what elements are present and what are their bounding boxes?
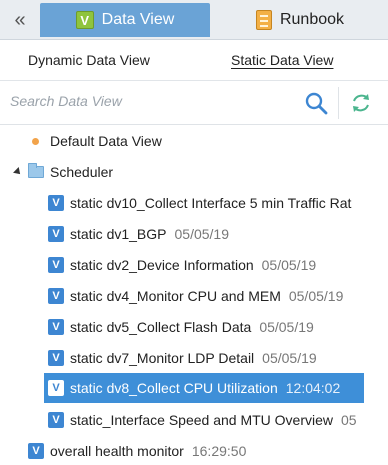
tree-item-label: static dv2_Device Information — [70, 257, 254, 273]
tree-item-label: static dv1_BGP — [70, 226, 167, 242]
subtab-bar: Dynamic Data View Static Data View — [0, 41, 388, 81]
search-input[interactable] — [10, 93, 290, 109]
tree-item-label: static dv4_Monitor CPU and MEM — [70, 288, 281, 304]
subtab-static-data-view[interactable]: Static Data View — [231, 52, 333, 68]
tree-item-selected[interactable]: V static dv8_Collect CPU Utilization 12:… — [44, 373, 364, 403]
data-view-icon: V — [48, 226, 64, 242]
tree-item-overall-health-monitor[interactable]: V overall health monitor 16:29:50 — [0, 436, 388, 465]
tree-item-time: 16:29:50 — [191, 443, 247, 459]
data-view-icon: V — [48, 288, 64, 304]
default-dot-icon — [32, 137, 39, 145]
tree-item[interactable]: V static dv2_Device Information 05/05/19 — [0, 250, 388, 280]
tree-item-label: static dv8_Collect CPU Utilization — [70, 380, 278, 396]
tree-item[interactable]: V static dv5_Collect Flash Data 05/05/19 — [0, 312, 388, 342]
tree-item[interactable]: V static dv1_BGP 05/05/19 — [0, 219, 388, 249]
tree-folder-label: Scheduler — [50, 164, 114, 180]
tree-item[interactable]: V static_Interface Speed and MTU Overvie… — [0, 405, 388, 435]
tree-item-time: 05 — [341, 412, 357, 428]
top-tab-bar: « V Data View Runbook — [0, 0, 388, 40]
tree-item-label: overall health monitor — [50, 443, 184, 459]
tab-runbook[interactable]: Runbook — [212, 3, 388, 37]
search-icon[interactable] — [303, 90, 329, 116]
data-view-icon: V — [48, 350, 64, 366]
tree-folder-scheduler[interactable]: Scheduler — [0, 157, 388, 187]
tree-item-label: static dv7_Monitor LDP Detail — [70, 350, 255, 366]
data-view-icon: V — [28, 443, 44, 459]
tree-item-time: 12:04:02 — [285, 380, 341, 396]
tree-item-label: Default Data View — [50, 133, 162, 149]
tree-item-time: 05/05/19 — [288, 288, 344, 304]
data-view-icon: V — [48, 319, 64, 335]
tree-item-time: 05/05/19 — [174, 226, 230, 242]
search-bar — [0, 81, 388, 125]
tree-item-label: static dv10_Collect Interface 5 min Traf… — [70, 195, 352, 211]
tree-item[interactable]: V static dv4_Monitor CPU and MEM 05/05/1… — [0, 281, 388, 311]
data-view-tree: Default Data View Scheduler V static dv1… — [0, 126, 388, 465]
tree-item-label: static_Interface Speed and MTU Overview — [70, 412, 334, 428]
tab-runbook-label: Runbook — [279, 11, 345, 28]
tree-item-default-data-view[interactable]: Default Data View — [0, 126, 388, 156]
data-view-icon: V — [48, 257, 64, 273]
tab-data-view[interactable]: V Data View — [40, 3, 210, 37]
data-view-logo-icon: V — [75, 11, 94, 29]
search-divider — [338, 87, 339, 119]
subtab-dynamic-data-view[interactable]: Dynamic Data View — [28, 52, 150, 68]
expand-caret-icon[interactable] — [13, 167, 23, 177]
refresh-icon[interactable] — [349, 91, 373, 115]
tree-item-time: 05/05/19 — [261, 257, 317, 273]
double-chevron-left-icon[interactable]: « — [0, 0, 40, 40]
runbook-book-icon — [255, 10, 272, 30]
tree-item[interactable]: V static dv7_Monitor LDP Detail 05/05/19 — [0, 343, 388, 373]
data-view-icon: V — [48, 412, 64, 428]
tree-item[interactable]: V static dv10_Collect Interface 5 min Tr… — [0, 188, 388, 218]
tab-data-view-label: Data View — [101, 11, 175, 28]
tree-item-label: static dv5_Collect Flash Data — [70, 319, 252, 335]
data-view-icon: V — [48, 195, 64, 211]
data-view-icon: V — [48, 380, 64, 396]
tree-item-time: 05/05/19 — [259, 319, 314, 335]
tree-item-time: 05/05/19 — [262, 350, 317, 366]
folder-icon — [28, 163, 44, 178]
